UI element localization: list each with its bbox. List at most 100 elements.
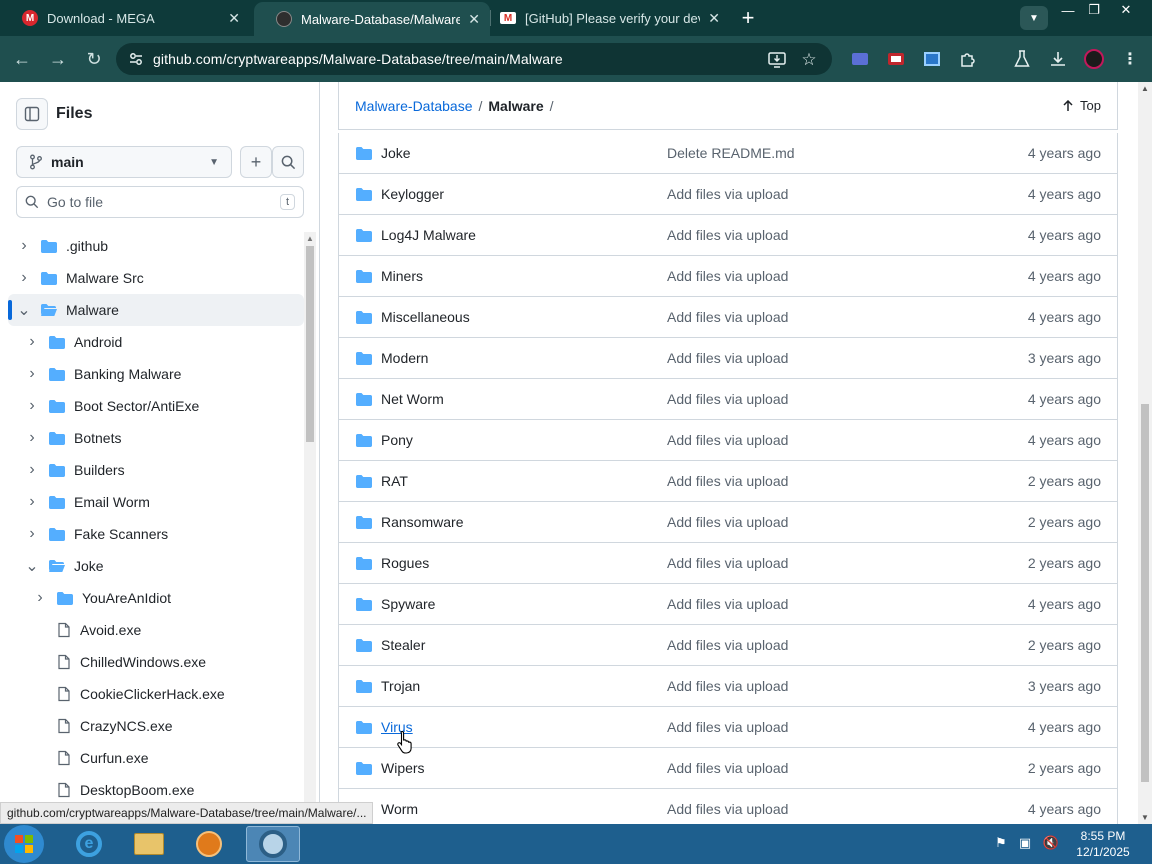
- close-icon[interactable]: ✕: [228, 10, 240, 27]
- folder-link[interactable]: RAT: [381, 473, 667, 489]
- extension-2-icon[interactable]: [886, 49, 906, 69]
- table-row[interactable]: Virus Add files via upload 4 years ago: [339, 707, 1117, 748]
- folder-link[interactable]: Keylogger: [381, 186, 667, 202]
- table-row[interactable]: Miscellaneous Add files via upload 4 years…: [339, 297, 1117, 338]
- chevron-right-icon[interactable]: ›: [32, 589, 48, 607]
- table-row[interactable]: Modern Add files via upload 3 years ago: [339, 338, 1117, 379]
- folder-link[interactable]: Miners: [381, 268, 667, 284]
- table-row[interactable]: Log4J Malware Add files via upload 4 years…: [339, 215, 1117, 256]
- file-explorer-icon[interactable]: [122, 826, 176, 862]
- top-button[interactable]: Top: [1062, 98, 1101, 113]
- folder-link[interactable]: Rogues: [381, 555, 667, 571]
- new-tab-plus-icon[interactable]: +: [736, 4, 760, 32]
- tab-mega[interactable]: M Download - MEGA ✕: [0, 0, 250, 36]
- back-arrow-icon[interactable]: ←: [8, 45, 36, 73]
- page-scrollbar[interactable]: ▲ ▼: [1138, 82, 1152, 824]
- table-row[interactable]: Pony Add files via upload 4 years ago: [339, 420, 1117, 461]
- table-row[interactable]: Trojan Add files via upload 3 years ago: [339, 666, 1117, 707]
- tree-item[interactable]: › Boot Sector/AntiExe: [8, 390, 304, 422]
- extension-3-icon[interactable]: [922, 49, 942, 69]
- collapse-sidebar-icon[interactable]: [16, 98, 48, 130]
- tab-gmail[interactable]: M [GitHub] Please verify your device ✕: [478, 0, 730, 36]
- tree-item[interactable]: ⌄ Malware: [8, 294, 304, 326]
- commit-message-link[interactable]: Add files via upload: [667, 432, 967, 448]
- menu-kebab-icon[interactable]: ⋮: [1120, 49, 1140, 69]
- table-row[interactable]: Spyware Add files via upload 4 years ago: [339, 584, 1117, 625]
- commit-message-link[interactable]: Add files via upload: [667, 678, 967, 694]
- table-row[interactable]: Miners Add files via upload 4 years ago: [339, 256, 1117, 297]
- commit-message-link[interactable]: Delete README.md: [667, 145, 967, 161]
- url-text[interactable]: github.com/cryptwareapps/Malware-Databas…: [153, 51, 563, 67]
- forward-arrow-icon[interactable]: →: [44, 45, 72, 73]
- table-row[interactable]: Wipers Add files via upload 2 years ago: [339, 748, 1117, 789]
- close-icon[interactable]: ✕: [708, 10, 720, 27]
- tree-item[interactable]: CookieClickerHack.exe: [8, 678, 304, 710]
- folder-link[interactable]: Trojan: [381, 678, 667, 694]
- address-bar[interactable]: github.com/cryptwareapps/Malware-Databas…: [116, 43, 832, 75]
- commit-message-link[interactable]: Add files via upload: [667, 350, 967, 366]
- table-row[interactable]: Joke Delete README.md 4 years ago: [339, 133, 1117, 174]
- table-row[interactable]: Rogues Add files via upload 2 years ago: [339, 543, 1117, 584]
- branch-selector[interactable]: main ▼: [16, 146, 232, 178]
- table-row[interactable]: Keylogger Add files via upload 4 years ago: [339, 174, 1117, 215]
- tree-item[interactable]: › Malware Src: [8, 262, 304, 294]
- commit-message-link[interactable]: Add files via upload: [667, 555, 967, 571]
- chevron-right-icon[interactable]: ›: [24, 525, 40, 543]
- site-info-icon[interactable]: [122, 51, 150, 67]
- chevron-right-icon[interactable]: ›: [24, 397, 40, 415]
- tree-item[interactable]: › Android: [8, 326, 304, 358]
- table-row[interactable]: RAT Add files via upload 2 years ago: [339, 461, 1117, 502]
- breadcrumb-repo-link[interactable]: Malware-Database: [355, 98, 473, 114]
- chrome-taskbar-icon[interactable]: [246, 826, 300, 862]
- go-to-file-input[interactable]: Go to file t: [16, 186, 304, 218]
- table-row[interactable]: Ransomware Add files via upload 2 years ag…: [339, 502, 1117, 543]
- tree-item[interactable]: › Fake Scanners: [8, 518, 304, 550]
- folder-link[interactable]: Modern: [381, 350, 667, 366]
- chevron-right-icon[interactable]: ›: [24, 333, 40, 351]
- reload-icon[interactable]: ↻: [80, 45, 108, 73]
- tab-malware-database[interactable]: Malware-Database/Malware at main ✕: [254, 2, 490, 36]
- tree-item[interactable]: Curfun.exe: [8, 742, 304, 774]
- scrollbar-thumb[interactable]: [306, 246, 314, 442]
- folder-link[interactable]: Wipers: [381, 760, 667, 776]
- chevron-right-icon[interactable]: ›: [16, 269, 32, 287]
- table-row[interactable]: Worm Add files via upload 4 years ago: [339, 789, 1117, 824]
- extension-1-icon[interactable]: [850, 49, 870, 69]
- tree-item[interactable]: › Botnets: [8, 422, 304, 454]
- chevron-right-icon[interactable]: ›: [16, 237, 32, 255]
- folder-link[interactable]: Net Worm: [381, 391, 667, 407]
- folder-link[interactable]: Log4J Malware: [381, 227, 667, 243]
- commit-message-link[interactable]: Add files via upload: [667, 186, 967, 202]
- tree-item[interactable]: › Email Worm: [8, 486, 304, 518]
- chevron-right-icon[interactable]: ›: [24, 365, 40, 383]
- network-icon[interactable]: ▣: [1016, 834, 1034, 852]
- folder-link[interactable]: Miscellaneous: [381, 309, 667, 325]
- chevron-right-icon[interactable]: ›: [24, 461, 40, 479]
- tree-item[interactable]: ⌄ Joke: [8, 550, 304, 582]
- commit-message-link[interactable]: Add files via upload: [667, 391, 967, 407]
- tree-item[interactable]: ChilledWindows.exe: [8, 646, 304, 678]
- tree-item[interactable]: › Builders: [8, 454, 304, 486]
- install-app-icon[interactable]: [768, 51, 786, 69]
- chevron-right-icon[interactable]: ›: [24, 429, 40, 447]
- chevron-down-icon[interactable]: ⌄: [16, 300, 32, 320]
- volume-muted-icon[interactable]: 🔇: [1042, 834, 1060, 852]
- sidebar-scrollbar[interactable]: ▲: [304, 232, 316, 824]
- chevron-down-icon[interactable]: ⌄: [24, 556, 40, 576]
- commit-message-link[interactable]: Add files via upload: [667, 268, 967, 284]
- internet-explorer-icon[interactable]: e: [62, 826, 116, 862]
- tree-item[interactable]: › YouAreAnIdiot: [8, 582, 304, 614]
- minimize-icon[interactable]: —: [1054, 0, 1082, 20]
- folder-link[interactable]: Joke: [381, 145, 667, 161]
- scroll-up-arrow-icon[interactable]: ▲: [1141, 84, 1149, 93]
- tree-item[interactable]: › .github: [8, 230, 304, 262]
- commit-message-link[interactable]: Add files via upload: [667, 637, 967, 653]
- tree-item[interactable]: CrazyNCS.exe: [8, 710, 304, 742]
- add-file-icon[interactable]: +: [240, 146, 272, 178]
- extensions-puzzle-icon[interactable]: [958, 49, 978, 69]
- bookmark-star-icon[interactable]: ☆: [800, 50, 818, 69]
- commit-message-link[interactable]: Add files via upload: [667, 596, 967, 612]
- restore-icon[interactable]: ❐: [1080, 0, 1108, 20]
- tree-item[interactable]: › Banking Malware: [8, 358, 304, 390]
- chevron-right-icon[interactable]: ›: [24, 493, 40, 511]
